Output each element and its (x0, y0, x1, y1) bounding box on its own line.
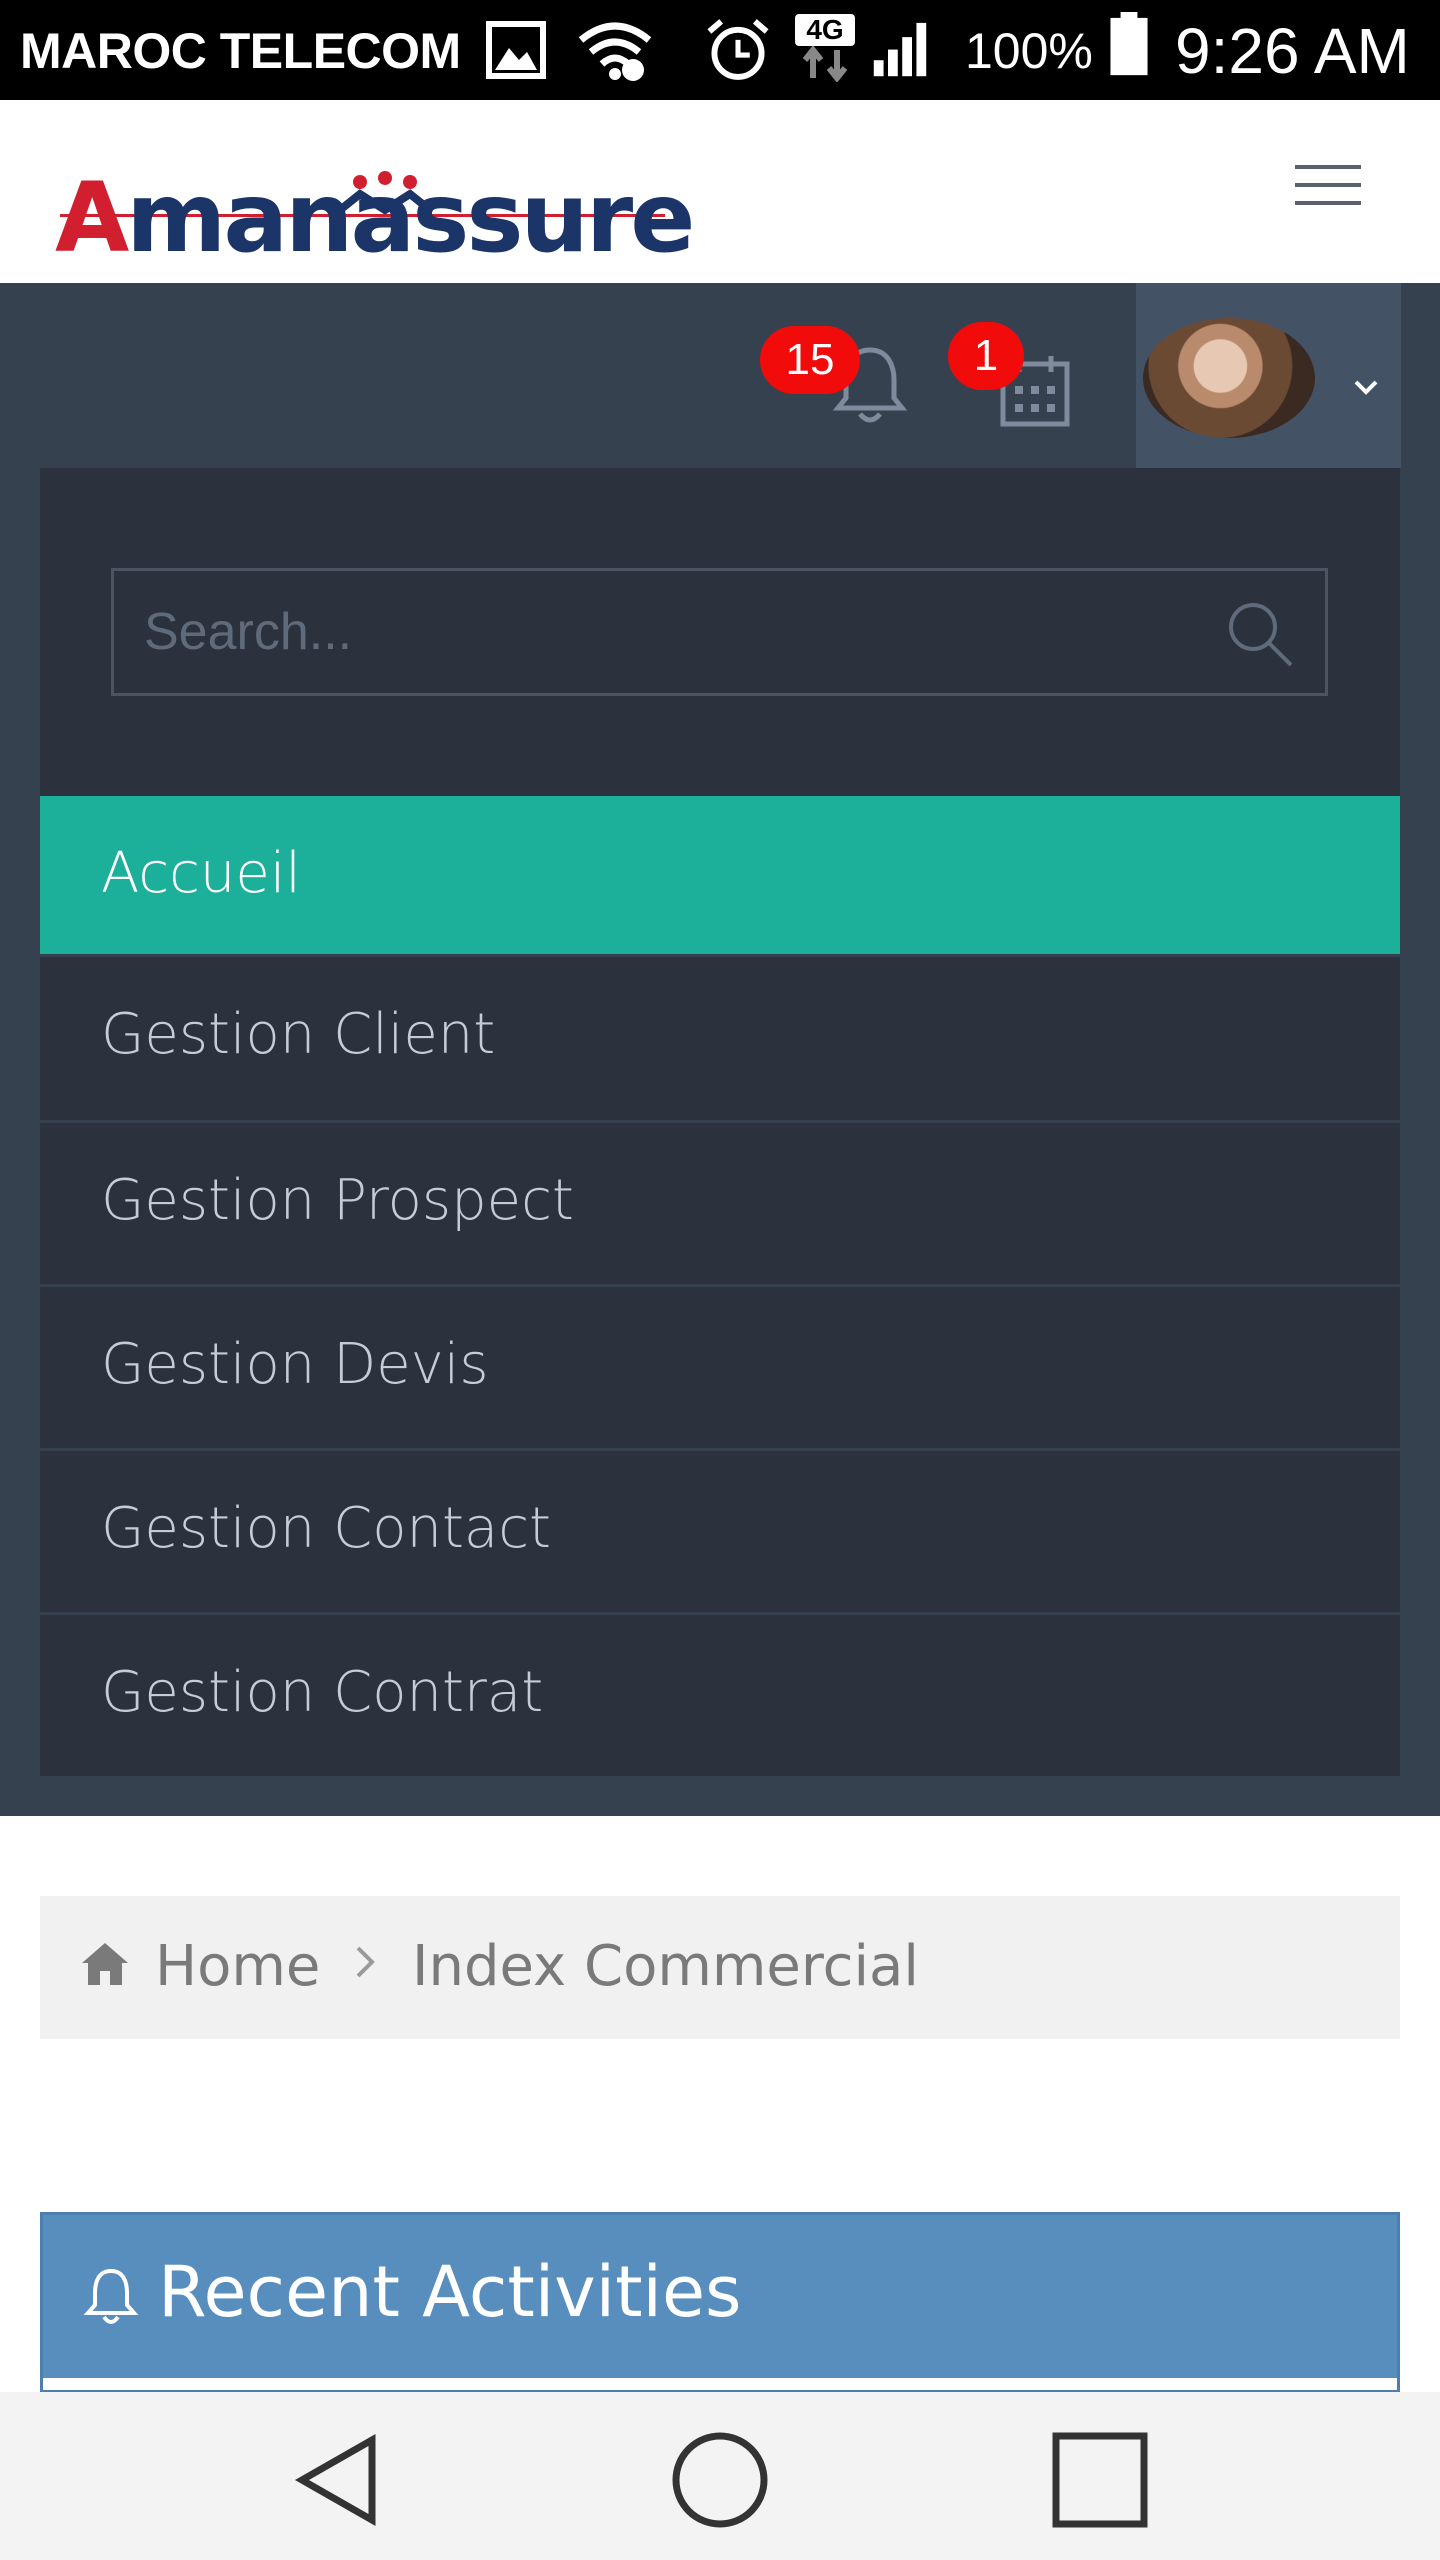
bell-icon (83, 2268, 139, 2324)
breadcrumb-current: Index Commercial (412, 1934, 919, 1999)
search-input[interactable] (144, 571, 1144, 693)
status-bar: MAROC TELECOM 4G 100% 9:26 AM (0, 0, 1440, 100)
hamburger-icon[interactable] (1295, 165, 1361, 223)
back-icon[interactable] (290, 2430, 390, 2530)
avatar[interactable] (1143, 318, 1315, 438)
image-icon (486, 21, 546, 79)
search-icon[interactable] (1225, 599, 1295, 669)
breadcrumb: Home Index Commercial (40, 1896, 1400, 2039)
sidebar-item-label: Gestion Client (101, 1002, 496, 1067)
calendar-badge: 1 (948, 322, 1024, 390)
recents-icon[interactable] (1050, 2430, 1150, 2530)
battery-percentage: 100% (965, 23, 1093, 79)
sidebar-item-label: Gestion Prospect (101, 1168, 574, 1233)
network-4g-icon: 4G (795, 14, 855, 83)
recent-activities-panel: Recent Activities (40, 2212, 1400, 2392)
battery-icon (1110, 12, 1148, 76)
chevron-down-icon[interactable] (1353, 374, 1379, 400)
home-button-icon[interactable] (670, 2430, 770, 2530)
logo[interactable]: Amanassure (55, 170, 695, 266)
notification-badge: 15 (760, 326, 860, 394)
sidebar-item-accueil[interactable]: Accueil (40, 796, 1400, 954)
sidebar-item-label: Accueil (101, 841, 301, 906)
app-header: Amanassure (0, 100, 1440, 283)
home-icon (82, 1943, 128, 1985)
sidebar-item-gestion-prospect[interactable]: Gestion Prospect (40, 1120, 1400, 1278)
panel-title: Recent Activities (158, 2251, 742, 2333)
alarm-icon (707, 19, 769, 80)
sidebar-item-label: Gestion Contact (101, 1496, 551, 1561)
search-box (111, 568, 1328, 696)
chevron-right-icon (356, 1946, 375, 1978)
sidebar-item-label: Gestion Contrat (101, 1660, 544, 1725)
breadcrumb-home[interactable]: Home (155, 1934, 320, 1999)
panel-body (40, 2378, 1400, 2390)
carrier-name: MAROC TELECOM (20, 23, 461, 79)
sidebar-item-label: Gestion Devis (101, 1332, 489, 1397)
signal-icon (873, 22, 927, 77)
system-nav-bar (0, 2392, 1440, 2560)
sidebar-item-gestion-contact[interactable]: Gestion Contact (40, 1448, 1400, 1606)
sidebar-item-gestion-contrat[interactable]: Gestion Contrat (40, 1612, 1400, 1776)
sidebar-item-gestion-devis[interactable]: Gestion Devis (40, 1284, 1400, 1442)
sidebar-item-gestion-client[interactable]: Gestion Client (40, 954, 1400, 1112)
clock: 9:26 AM (1175, 15, 1410, 87)
wifi-icon (578, 22, 652, 81)
